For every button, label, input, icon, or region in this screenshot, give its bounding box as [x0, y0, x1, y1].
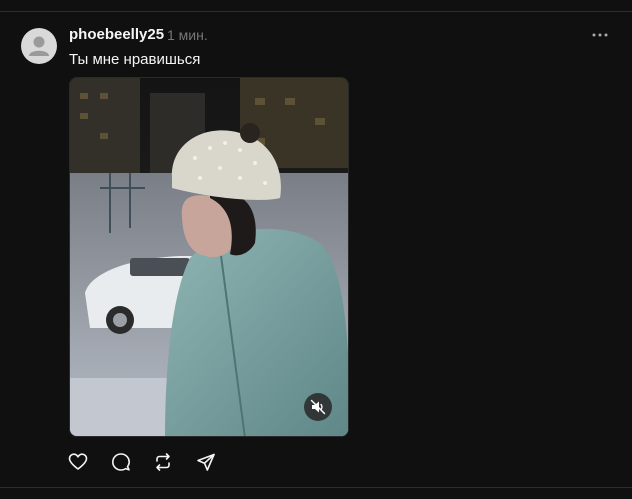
- user-silhouette-icon: [29, 36, 49, 56]
- post-author-username[interactable]: phoebeelly25: [69, 26, 164, 43]
- like-button[interactable]: [68, 452, 88, 472]
- repost-button[interactable]: [153, 452, 173, 472]
- repost-arrows-icon: [156, 453, 170, 471]
- send-paper-plane-icon: [197, 453, 215, 471]
- bottom-divider: [0, 487, 632, 488]
- post-text: Ты мне нравишься: [69, 51, 201, 68]
- heart-icon: [68, 453, 88, 470]
- more-options-button[interactable]: [590, 26, 610, 44]
- share-button[interactable]: [196, 452, 216, 472]
- more-horizontal-icon: [592, 33, 608, 37]
- speaker-muted-icon: [310, 399, 326, 415]
- post-timestamp: 1 мин.: [167, 27, 208, 43]
- video-frame: [70, 78, 348, 436]
- reply-button[interactable]: [111, 452, 131, 472]
- mute-toggle-button[interactable]: [304, 393, 332, 421]
- speech-bubble-icon: [112, 453, 130, 471]
- top-divider: [0, 11, 632, 12]
- avatar[interactable]: [21, 28, 57, 64]
- video-media[interactable]: [69, 77, 349, 437]
